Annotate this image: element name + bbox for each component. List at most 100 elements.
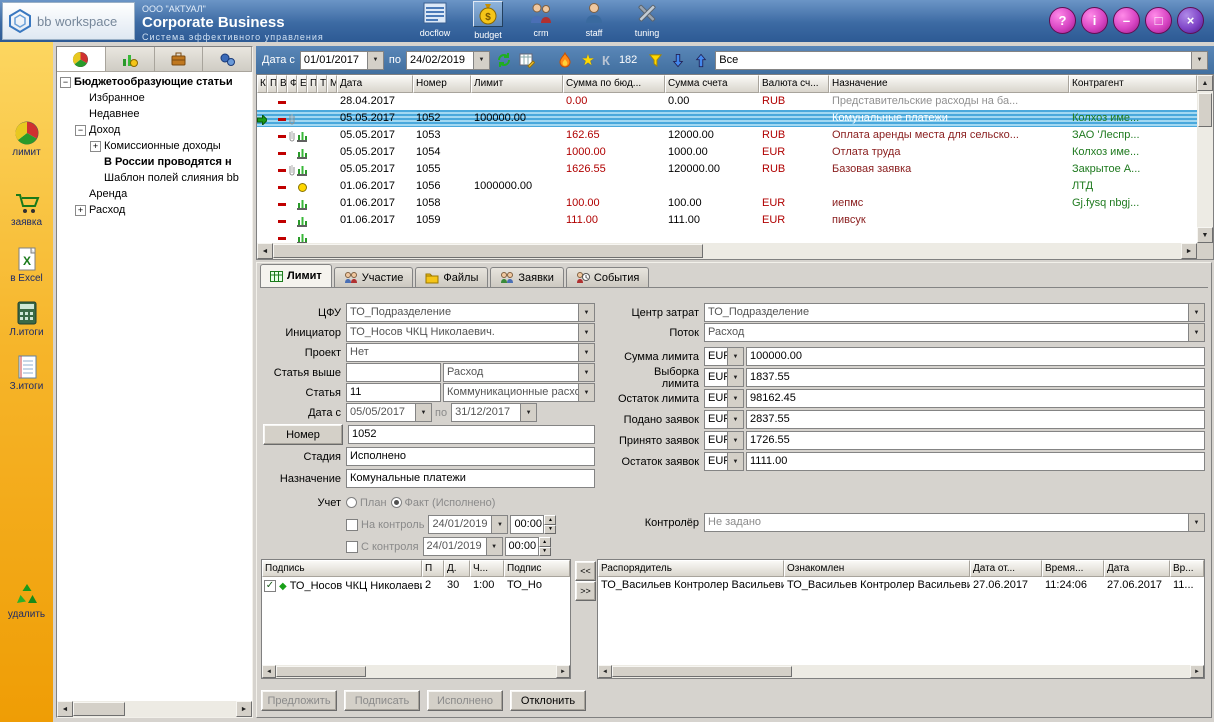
money-value-field[interactable]: 1111.00 xyxy=(746,452,1205,471)
purpose-field[interactable]: Комунальные платежи xyxy=(346,469,595,488)
scroll-left-icon[interactable]: ◄ xyxy=(57,701,73,717)
tree-node[interactable]: Шаблон полей слияния bb xyxy=(57,170,252,186)
cfu-select[interactable]: ТО_Подразделение▼ xyxy=(346,303,595,322)
fact-radio[interactable] xyxy=(391,497,402,508)
grid-row[interactable]: 01.06.20171059111.00111.00EURпивсук xyxy=(257,212,1197,229)
dropdown-arrow-icon[interactable]: ▼ xyxy=(491,516,507,533)
article-code-field[interactable]: 11 xyxy=(346,383,441,402)
sidebar-item-limit[interactable]: лимит xyxy=(0,120,53,158)
collapse-icon[interactable]: − xyxy=(60,77,71,88)
module-tuning[interactable]: tuning xyxy=(624,1,670,40)
tree-node[interactable]: −Бюджетообразующие статьи xyxy=(57,74,252,90)
money-value-field[interactable]: 2837.55 xyxy=(746,410,1205,429)
managers-hscrollbar[interactable]: ◄ ► xyxy=(598,665,1204,678)
dropdown-arrow-icon[interactable]: ▼ xyxy=(1191,52,1207,69)
dropdown-arrow-icon[interactable]: ▼ xyxy=(727,390,743,407)
table-edit-icon[interactable] xyxy=(518,51,536,69)
grid-column-header[interactable]: В xyxy=(277,75,287,93)
scroll-left-icon[interactable]: ◄ xyxy=(598,665,612,678)
tree-hscroll-track[interactable] xyxy=(73,701,236,717)
money-value-field[interactable]: 98162.45 xyxy=(746,389,1205,408)
grid-column-header[interactable]: П xyxy=(267,75,277,93)
module-staff[interactable]: staff xyxy=(571,1,617,40)
money-value-field[interactable]: 100000.00 xyxy=(746,347,1205,366)
sig-column-header[interactable]: П xyxy=(422,560,444,577)
grid-row[interactable]: 05.05.201710551626.55120000.00RUBБазовая… xyxy=(257,161,1197,178)
sort-desc-icon[interactable] xyxy=(669,51,687,69)
initiator-select[interactable]: ТО_Носов ЧКЦ Николаевич.▼ xyxy=(346,323,595,342)
dropdown-arrow-icon[interactable]: ▼ xyxy=(727,369,743,386)
flow-select[interactable]: Расход▼ xyxy=(704,323,1205,342)
date-from-picker[interactable]: 01/01/2017▼ xyxy=(300,51,384,70)
signature-checkbox[interactable]: ✓ xyxy=(264,580,276,592)
spin-down-icon[interactable]: ▼ xyxy=(544,525,556,535)
dropdown-arrow-icon[interactable]: ▼ xyxy=(520,404,536,421)
scroll-right-icon[interactable]: ► xyxy=(236,701,252,717)
na-kontrol-checkbox[interactable] xyxy=(346,519,358,531)
dropdown-arrow-icon[interactable]: ▼ xyxy=(727,432,743,449)
tree-tab-budget[interactable] xyxy=(57,47,106,71)
dropdown-arrow-icon[interactable]: ▼ xyxy=(486,538,502,555)
tree-node[interactable]: Недавнее xyxy=(57,106,252,122)
tree-node[interactable]: −Доход xyxy=(57,122,252,138)
dropdown-arrow-icon[interactable]: ▼ xyxy=(1188,304,1204,321)
form-date-to-picker[interactable]: 31/12/2017▼ xyxy=(451,403,537,422)
scroll-left-icon[interactable]: ◄ xyxy=(257,243,273,259)
dropdown-arrow-icon[interactable]: ▼ xyxy=(367,52,383,69)
flame-icon[interactable] xyxy=(556,51,574,69)
scroll-up-icon[interactable]: ▲ xyxy=(1197,75,1213,91)
info-button[interactable]: i xyxy=(1081,7,1108,34)
scroll-right-icon[interactable]: ► xyxy=(1190,665,1204,678)
mgr-column-header[interactable]: Вр... xyxy=(1170,560,1204,577)
parent-flow-select[interactable]: Расход▼ xyxy=(443,363,595,382)
mgr-column-header[interactable]: Ознакомлен xyxy=(784,560,970,577)
tree-hscrollbar[interactable]: ◄ ► xyxy=(57,701,252,717)
signatures-hscrollbar[interactable]: ◄ ► xyxy=(262,665,570,678)
mgr-column-header[interactable]: Дата от... xyxy=(970,560,1042,577)
grid-column-header[interactable]: Е xyxy=(297,75,307,93)
manager-row[interactable]: ТО_Васильев Контролер ВасильевичТО_Васил… xyxy=(598,577,1204,595)
tree-node[interactable]: В России проводятся н xyxy=(57,154,252,170)
grid-column-header[interactable]: Дата xyxy=(337,75,413,93)
tab-faily[interactable]: Файлы xyxy=(415,267,488,287)
number-field[interactable]: 1052 xyxy=(348,425,595,444)
dropdown-arrow-icon[interactable]: ▼ xyxy=(1188,324,1204,341)
grid-hscrollbar[interactable]: ◄ ► xyxy=(257,243,1197,259)
decline-button[interactable]: Отклонить xyxy=(510,690,586,711)
grid-row[interactable]: 05.05.20171052100000.00Комунальные плате… xyxy=(257,110,1197,127)
grid-row[interactable]: 05.05.201710541000.001000.00EURОтлата тр… xyxy=(257,144,1197,161)
number-button[interactable]: Номер xyxy=(263,424,343,445)
time-spinner[interactable]: ▲▼ xyxy=(539,537,551,556)
tree-node[interactable]: Аренда xyxy=(57,186,252,202)
cost-center-select[interactable]: ТО_Подразделение▼ xyxy=(704,303,1205,322)
grid-row[interactable]: 01.06.201710561000000.00ЛТД xyxy=(257,178,1197,195)
grid-column-header[interactable]: Ф xyxy=(287,75,297,93)
minimize-button[interactable]: – xyxy=(1113,7,1140,34)
dropdown-arrow-icon[interactable]: ▼ xyxy=(578,324,594,341)
mgr-column-header[interactable]: Время... xyxy=(1042,560,1104,577)
grid-column-header[interactable]: Сумма счета xyxy=(665,75,759,93)
na-kontrol-time-field[interactable]: 00:00 xyxy=(510,515,544,534)
k-letter-icon[interactable]: К xyxy=(602,53,610,68)
grid-column-header[interactable]: Лимит xyxy=(471,75,563,93)
currency-select[interactable]: EUR▼ xyxy=(704,347,744,366)
grid-column-header[interactable]: Валюта сч... xyxy=(759,75,829,93)
close-button[interactable]: × xyxy=(1177,7,1204,34)
form-date-from-picker[interactable]: 05/05/2017▼ xyxy=(346,403,432,422)
spin-down-icon[interactable]: ▼ xyxy=(539,547,551,557)
sidebar-item-delete[interactable]: удалить xyxy=(0,582,53,620)
grid-row[interactable]: 01.06.20171058100.00100.00EURиепмсGj.fys… xyxy=(257,195,1197,212)
filter-funnel-icon[interactable] xyxy=(646,51,664,69)
tree-tab-finance[interactable] xyxy=(106,47,155,71)
time-spinner[interactable]: ▲▼ xyxy=(544,515,556,534)
sig-column-header[interactable]: Ч... xyxy=(470,560,504,577)
sig-column-header[interactable]: Подпись xyxy=(262,560,422,577)
maximize-button[interactable]: □ xyxy=(1145,7,1172,34)
currency-select[interactable]: EUR▼ xyxy=(704,389,744,408)
tree-node[interactable]: Избранное xyxy=(57,90,252,106)
tab-limit[interactable]: Лимит xyxy=(260,264,332,287)
sidebar-item-zayavka[interactable]: заявка xyxy=(0,190,53,228)
tree-node[interactable]: +Расход xyxy=(57,202,252,218)
date-to-picker[interactable]: 24/02/2019▼ xyxy=(406,51,490,70)
currency-select[interactable]: EUR▼ xyxy=(704,410,744,429)
